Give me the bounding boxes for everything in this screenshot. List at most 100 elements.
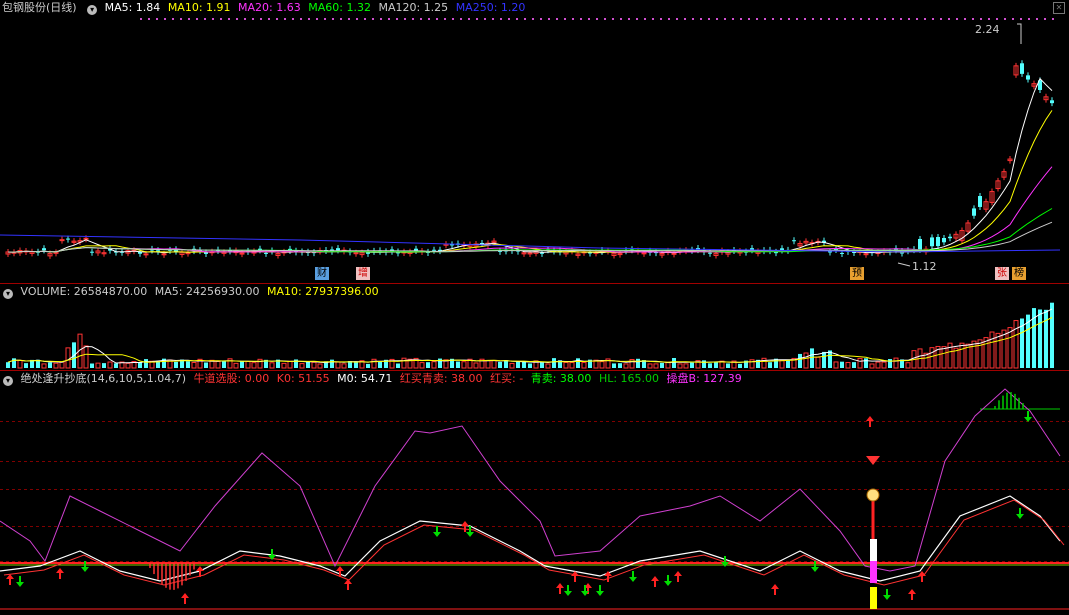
grid-line <box>588 561 591 562</box>
grid-line <box>1008 561 1011 562</box>
volume-bar <box>971 340 977 369</box>
grid-line <box>234 489 237 490</box>
grid-line <box>402 461 405 462</box>
grid-line <box>486 489 489 490</box>
grid-line <box>6 489 9 490</box>
grid-line <box>138 526 141 527</box>
grid-line <box>336 526 339 527</box>
guide-dot <box>796 18 798 20</box>
grid-line <box>198 561 201 562</box>
grid-line <box>900 526 903 527</box>
volume-bar <box>419 362 425 369</box>
indicator-panel[interactable]: ▾ 绝处逢升抄底(14,6,10,5,1.04,7) 牛道选股: 0.00 K0… <box>0 371 1069 615</box>
guide-dot <box>428 18 430 20</box>
grid-line <box>480 421 483 422</box>
grid-line <box>756 461 759 462</box>
price-panel[interactable]: 包钢股份(日线) ▾ MA5: 1.84 MA10: 1.91 MA20: 1.… <box>0 0 1069 283</box>
grid-line <box>660 526 663 527</box>
grid-line <box>318 561 321 562</box>
grid-line <box>216 526 219 527</box>
grid-line <box>960 461 963 462</box>
grid-line <box>468 561 471 562</box>
grid-line <box>384 561 387 562</box>
guide-dot <box>764 18 766 20</box>
grid-line <box>978 561 981 562</box>
grid-line <box>360 421 363 422</box>
grid-line <box>204 526 207 527</box>
tag-yu[interactable]: 预 <box>850 267 864 280</box>
grid-line <box>648 561 651 562</box>
grid-line <box>774 561 777 562</box>
grid-line <box>1008 526 1011 527</box>
grid-line <box>1038 461 1041 462</box>
grid-line <box>240 561 243 562</box>
grid-line <box>426 489 429 490</box>
grid-line <box>774 526 777 527</box>
grid-line <box>588 489 591 490</box>
grid-line <box>90 421 93 422</box>
grid-line <box>264 561 267 562</box>
volume-panel[interactable]: ▾ VOLUME: 26584870.00 MA5: 24256930.00 M… <box>0 284 1069 370</box>
tag-bang[interactable]: 榜 <box>1012 267 1026 280</box>
grid-line <box>798 421 801 422</box>
volume-bar <box>612 363 616 368</box>
volume-bar <box>125 362 131 369</box>
grid-line <box>1044 526 1047 527</box>
grid-line <box>24 421 27 422</box>
grid-line <box>558 526 561 527</box>
grid-line <box>594 561 597 562</box>
grid-line <box>150 561 153 562</box>
settings-icon[interactable]: ▾ <box>3 376 13 386</box>
volume-bar <box>881 361 887 369</box>
ma60-readout: MA60: 1.32 <box>308 1 371 14</box>
grid-line <box>582 489 585 490</box>
grid-line <box>672 489 675 490</box>
tag-zhang[interactable]: 张 <box>995 267 1009 280</box>
low-marker <box>897 262 911 267</box>
grid-line <box>42 489 45 490</box>
grid-line <box>1062 526 1065 527</box>
grid-line <box>1062 561 1065 562</box>
grid-line <box>450 421 453 422</box>
grid-line <box>72 561 75 562</box>
grid-line <box>738 561 741 562</box>
volume-bar <box>672 358 676 368</box>
guide-dot <box>228 18 230 20</box>
grid-line <box>528 561 531 562</box>
volume-bar <box>498 361 502 368</box>
grid-line <box>264 421 267 422</box>
volume-bar <box>714 362 718 368</box>
settings-icon[interactable]: ▾ <box>3 289 13 299</box>
stock-title: 包钢股份(日线) <box>2 1 77 14</box>
tag-cai[interactable]: 财 <box>315 267 329 280</box>
volume-bar <box>144 359 148 368</box>
grid-line <box>846 489 849 490</box>
guide-dot <box>476 18 478 20</box>
grid-line <box>42 421 45 422</box>
tag-zeng[interactable]: 增 <box>356 267 370 280</box>
guide-dot <box>924 18 926 20</box>
grid-line <box>228 421 231 422</box>
settings-icon[interactable]: ▾ <box>87 5 98 15</box>
grid-line <box>558 421 561 422</box>
guide-dot <box>300 18 302 20</box>
volume-bar <box>102 363 106 368</box>
grid-line <box>120 489 123 490</box>
grid-line <box>810 561 813 562</box>
grid-line <box>738 526 741 527</box>
indicator-chart[interactable] <box>0 371 1069 615</box>
grid-line <box>954 421 957 422</box>
grid-line <box>126 461 129 462</box>
grid-line <box>816 421 819 422</box>
candlestick-chart[interactable] <box>0 0 1069 283</box>
guide-dot <box>164 18 166 20</box>
grid-line <box>96 421 99 422</box>
grid-line <box>960 489 963 490</box>
volume-bar <box>647 363 653 369</box>
buy-arrow <box>6 574 14 585</box>
candle <box>671 252 677 255</box>
grid-line <box>804 561 807 562</box>
grid-line <box>582 461 585 462</box>
volume-bar <box>378 361 382 368</box>
grid-line <box>888 421 891 422</box>
